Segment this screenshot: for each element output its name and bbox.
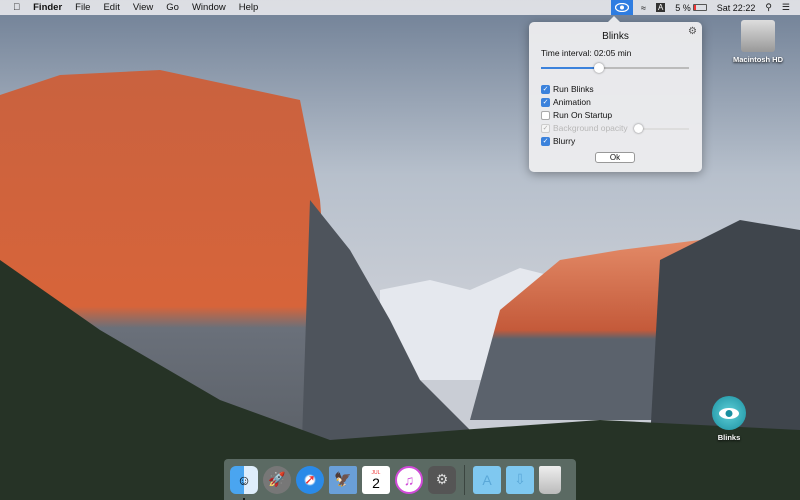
calendar-day: 2 (372, 474, 380, 491)
run-on-startup-checkbox[interactable]: Run On Startup (541, 110, 612, 120)
gear-icon[interactable]: ⚙ (688, 26, 697, 37)
apple-icon[interactable]:  (13, 2, 20, 13)
animation-checkbox[interactable]: ✓ Animation (541, 97, 591, 107)
notification-center-icon[interactable]: ☰ (782, 2, 790, 13)
time-interval-slider[interactable] (541, 63, 689, 73)
blinks-app-icon (712, 396, 746, 430)
dock-trash[interactable] (539, 465, 561, 494)
desktop-icon-label: Macintosh HD (732, 55, 783, 64)
input-source-icon[interactable]: A (655, 3, 666, 12)
dock-safari[interactable]: ➚ (296, 465, 324, 494)
battery-percent[interactable]: 5 % (675, 3, 691, 13)
run-blinks-checkbox[interactable]: ✓ Run Blinks (541, 84, 594, 94)
menu-window[interactable]: Window (192, 2, 226, 13)
clock[interactable]: Sat 22:22 (717, 3, 756, 13)
time-interval-label: Time interval: 02:05 min (541, 48, 632, 58)
checkbox-label: Background opacity (553, 123, 628, 133)
dock-downloads-folder[interactable]: ⇩ (506, 465, 534, 494)
menu-go[interactable]: Go (166, 2, 179, 13)
dock-separator (464, 464, 465, 495)
checkbox-label: Run Blinks (553, 84, 594, 94)
checkbox-label: Run On Startup (553, 110, 613, 120)
menu-app-finder[interactable]: Finder (33, 2, 62, 13)
background-opacity-checkbox: ✓ Background opacity (541, 123, 628, 133)
spotlight-icon[interactable]: ⚲ (765, 2, 772, 13)
checkbox-label: Blurry (553, 136, 576, 146)
dock-applications-folder[interactable]: A (473, 465, 501, 494)
blurry-checkbox[interactable]: ✓ Blurry (541, 136, 575, 146)
dock-itunes[interactable]: ♫ (395, 465, 423, 494)
wifi-icon[interactable]: ≈ (641, 3, 646, 13)
hard-drive-icon (741, 20, 775, 52)
desktop-icon-macintosh-hd[interactable]: Macintosh HD (730, 20, 786, 64)
menu-help[interactable]: Help (239, 2, 259, 13)
ok-button[interactable]: Ok (595, 152, 635, 163)
menu-file[interactable]: File (75, 2, 90, 13)
background-opacity-slider (634, 124, 689, 133)
dock: ☺ 🚀 ➚ 🦅 JUL 2 ♫ ⚙ A ⇩ (224, 459, 576, 500)
desktop-icon-blinks[interactable]: Blinks (705, 396, 753, 442)
desktop-icon-label: Blinks (717, 433, 741, 442)
dock-launchpad[interactable]: 🚀 (263, 465, 291, 494)
menu-bar:  Finder File Edit View Go Window Help ≈… (0, 0, 800, 15)
popover-title: Blinks (602, 31, 629, 42)
dock-calendar[interactable]: JUL 2 (362, 465, 390, 494)
dock-preview[interactable]: 🦅 (329, 465, 357, 494)
battery-icon[interactable] (692, 4, 707, 11)
blinks-popover: Blinks ⚙ Time interval: 02:05 min ✓ Run B… (529, 16, 702, 172)
menu-edit[interactable]: Edit (103, 2, 119, 13)
dock-finder[interactable]: ☺ (230, 465, 258, 500)
blinks-menu-icon[interactable] (610, 0, 633, 15)
checkbox-label: Animation (553, 97, 591, 107)
dock-system-preferences[interactable]: ⚙ (428, 465, 456, 494)
menu-view[interactable]: View (133, 2, 153, 13)
